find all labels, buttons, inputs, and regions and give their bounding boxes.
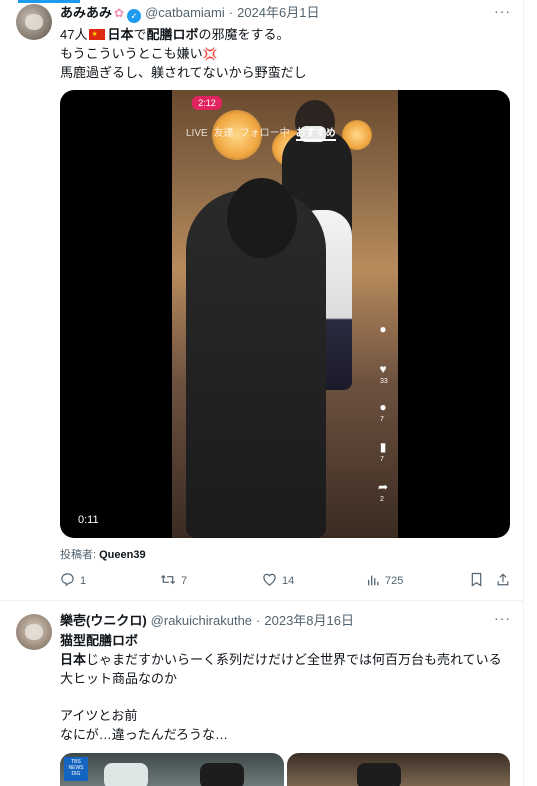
video-tab: 友達 [213, 128, 234, 139]
views-button[interactable]: 725 [366, 572, 403, 590]
post-text-line-4: アイツとお前 [60, 708, 138, 723]
avatar-icon: ● [379, 322, 387, 336]
dot-separator: · [228, 5, 234, 20]
more-options-icon[interactable]: ··· [494, 4, 510, 21]
timeline-border [523, 0, 524, 786]
post-date[interactable]: 2024年6月1日 [237, 5, 319, 20]
video-status-time: 2:12 [192, 96, 222, 110]
flower-emoji-icon: ✿ [114, 6, 125, 20]
post-text-line-1: 猫型配膳ロボ [60, 633, 139, 648]
share-icon [497, 573, 509, 586]
reply-icon [61, 573, 74, 587]
post-header: あみあみ ✿ ✓ @catbamiami · 2024年6月1日 [60, 4, 319, 23]
video-credit: 投稿者: Queen39 [60, 549, 146, 561]
more-options-icon[interactable]: ··· [494, 611, 510, 628]
heart-icon: ♥ [379, 362, 387, 376]
video-player[interactable]: 2:12 LIVE 友達 フォロー中 おすすめ ● ♥ 33 ● 7 ▮ 7 ➦ 2 … [60, 90, 510, 538]
share-icon: ➦ [377, 480, 389, 494]
live-label: LIVE [186, 128, 208, 139]
author-name[interactable]: あみあみ [60, 5, 112, 20]
share-button[interactable] [496, 572, 515, 590]
bookmark-icon: ▮ [379, 440, 387, 454]
media-grid: TBS NEWS DIG [60, 753, 510, 786]
repost-button[interactable]: 7 [160, 572, 187, 590]
media-thumbnail[interactable]: TBS NEWS DIG [60, 753, 284, 786]
avatar[interactable] [16, 4, 52, 40]
tbs-news-logo: TBS NEWS DIG [64, 757, 88, 781]
post-text-line-3: 大ヒット商品なのか [60, 671, 178, 686]
post-text-line-1: 47人日本で配膳ロボの邪魔をする。 [60, 26, 290, 43]
china-flag-icon [89, 26, 106, 43]
robot-face [200, 763, 244, 786]
reply-button[interactable]: 1 [60, 572, 86, 590]
author-handle[interactable]: @catbamiami [145, 5, 225, 20]
comment-icon: ● [379, 400, 387, 414]
bookmark-button[interactable] [470, 572, 488, 590]
post-header: 樂壱(ウニクロ) @rakuichirakuthe · 2023年8月16日 [60, 612, 354, 630]
video-tab-active: おすすめ [295, 128, 336, 141]
media-thumbnail[interactable] [287, 753, 510, 786]
robot-face [104, 763, 148, 786]
video-tabs: LIVE 友達 フォロー中 おすすめ [186, 124, 342, 141]
like-button[interactable]: 14 [262, 572, 294, 590]
avatar[interactable] [16, 614, 52, 650]
credit-name[interactable]: Queen39 [99, 549, 145, 561]
anger-emoji-icon: 💢 [202, 47, 218, 61]
verified-badge-icon: ✓ [127, 9, 142, 23]
post-actions: 1 7 14 725 [60, 572, 512, 590]
post-date[interactable]: 2023年8月16日 [264, 613, 354, 628]
video-duration: 0:11 [78, 514, 99, 526]
heart-icon [263, 573, 276, 586]
post-text-line-2: もうこういうとこも嫌い💢 [60, 46, 218, 61]
post-card-1[interactable]: あみあみ✿✓@catbamiami·2024年6月1日 ··· 47人日本で配膳… [0, 0, 523, 601]
video-tab: フォロー中 [239, 128, 290, 139]
post-text-line-3: 馬鹿過ぎるし、躾されてないから野蛮だし [60, 65, 307, 80]
robot-face [357, 763, 401, 786]
video-frame[interactable]: 2:12 LIVE 友達 フォロー中 おすすめ ● ♥ 33 ● 7 ▮ 7 ➦ 2 [172, 90, 398, 538]
author-handle[interactable]: @rakuichirakuthe [151, 613, 252, 628]
repost-icon [161, 574, 175, 585]
dot-separator: · [256, 613, 261, 628]
post-text-line-2: 日本じゃまだすかいらーく系列だけだけど全世界では何百万台も売れている [60, 652, 502, 667]
post-text-line-5: なにが…違ったんだろうな… [60, 727, 228, 742]
bookmark-icon [471, 572, 482, 587]
author-name[interactable]: 樂壱(ウニクロ) [60, 613, 147, 628]
views-chart-icon [367, 575, 379, 586]
